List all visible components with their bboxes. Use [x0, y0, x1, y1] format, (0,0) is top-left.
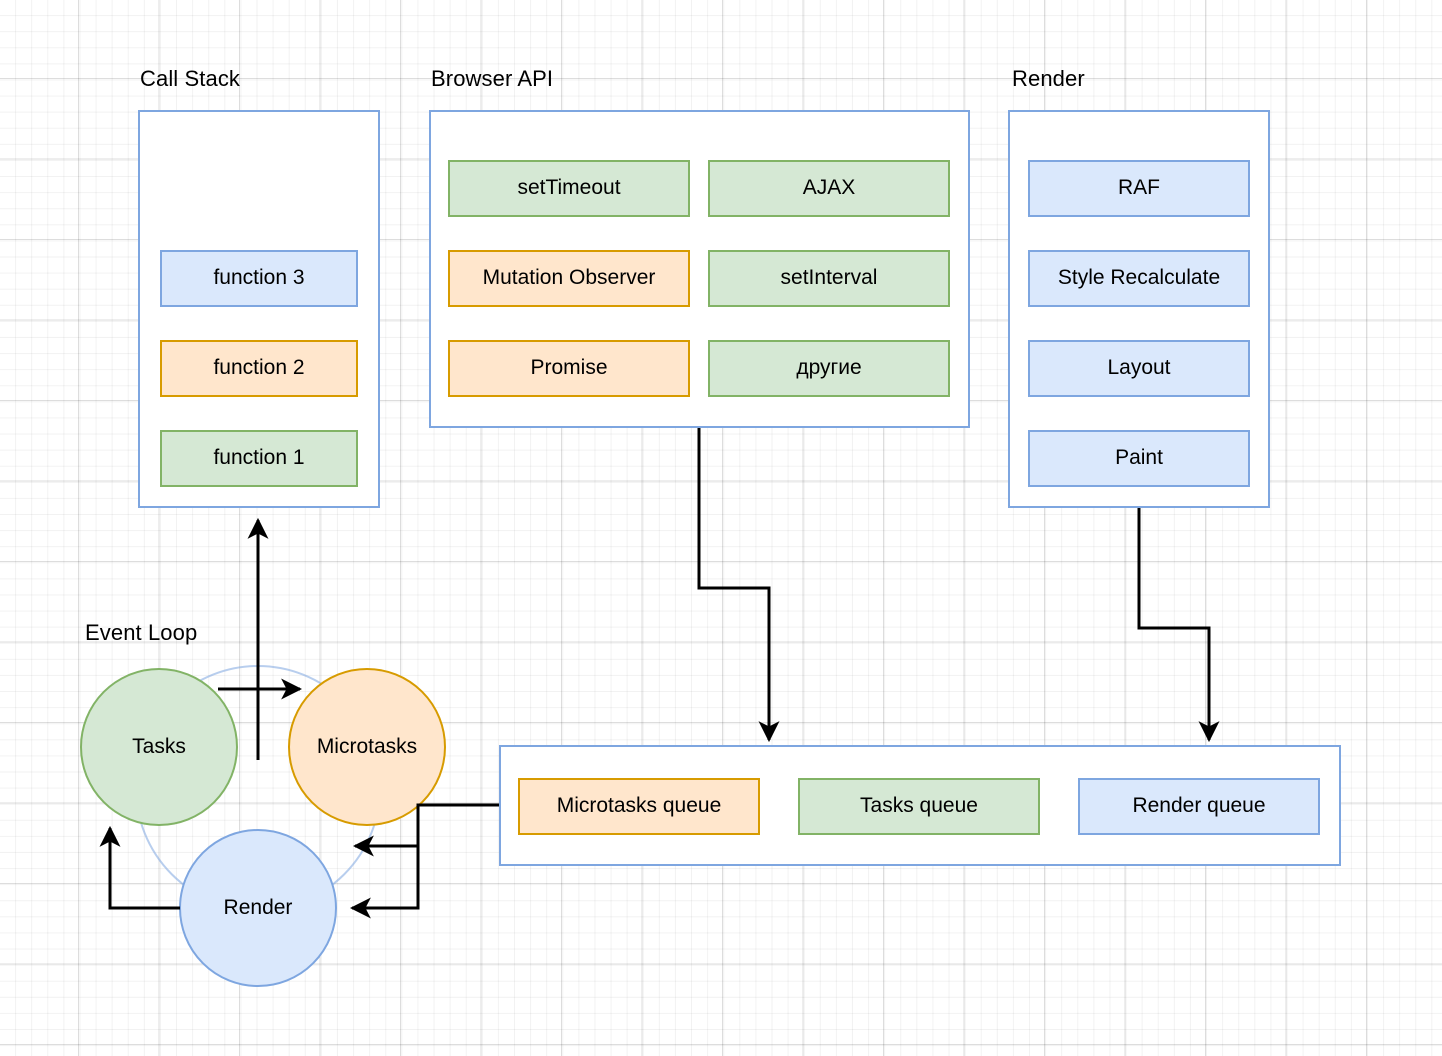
queue-label: Microtasks queue — [556, 794, 722, 818]
render-step-label: Layout — [1107, 356, 1171, 380]
event-loop-title: Event Loop — [85, 620, 198, 645]
render-title: Render — [1012, 66, 1085, 91]
arrow-render-to-tasks — [99, 825, 180, 910]
queue-render[interactable]: Render queue — [1078, 778, 1320, 835]
event-loop-circle-label: Render — [223, 896, 293, 919]
call-stack-frame-label: function 3 — [213, 266, 305, 290]
event-loop-circle-label: Tasks — [132, 735, 186, 758]
browser-api-item-settimeout[interactable]: setTimeout — [448, 160, 690, 217]
call-stack-frame-label: function 1 — [213, 446, 305, 470]
event-loop-circle-tasks[interactable]: Tasks — [80, 668, 238, 826]
arrow-render-to-queues — [1137, 508, 1220, 743]
render-step-paint[interactable]: Paint — [1028, 430, 1250, 487]
call-stack-frame-function-3[interactable]: function 3 — [160, 250, 358, 307]
browser-api-title: Browser API — [431, 66, 554, 91]
arrow-queues-to-render — [349, 846, 420, 919]
browser-api-item-mutation-observer[interactable]: Mutation Observer — [448, 250, 690, 307]
browser-api-item-label: Promise — [530, 356, 608, 380]
render-step-style-recalculate[interactable]: Style Recalculate — [1028, 250, 1250, 307]
queue-label: Tasks queue — [860, 794, 978, 818]
browser-api-item-other[interactable]: другие — [708, 340, 950, 397]
call-stack-title: Call Stack — [140, 66, 241, 91]
call-stack-frame-label: function 2 — [213, 356, 305, 380]
render-step-label: Style Recalculate — [1057, 266, 1221, 290]
browser-api-item-promise[interactable]: Promise — [448, 340, 690, 397]
browser-api-item-ajax[interactable]: AJAX — [708, 160, 950, 217]
arrow-browser-api-to-queues — [697, 428, 780, 743]
render-step-layout[interactable]: Layout — [1028, 340, 1250, 397]
browser-api-item-label: setTimeout — [517, 176, 621, 200]
call-stack-frame-function-1[interactable]: function 1 — [160, 430, 358, 487]
render-step-label: RAF — [1118, 176, 1160, 200]
event-loop-circle-microtasks[interactable]: Microtasks — [288, 668, 446, 826]
render-step-label: Paint — [1115, 446, 1163, 470]
browser-api-item-setinterval[interactable]: setInterval — [708, 250, 950, 307]
call-stack-frame-function-2[interactable]: function 2 — [160, 340, 358, 397]
event-loop-circle-label: Microtasks — [316, 735, 418, 758]
browser-api-item-label: другие — [796, 356, 862, 380]
queue-microtasks[interactable]: Microtasks queue — [518, 778, 760, 835]
render-step-raf[interactable]: RAF — [1028, 160, 1250, 217]
queue-label: Render queue — [1132, 794, 1266, 818]
event-loop-circle-render[interactable]: Render — [179, 829, 337, 987]
browser-api-item-label: AJAX — [802, 176, 856, 200]
queue-tasks[interactable]: Tasks queue — [798, 778, 1040, 835]
browser-api-item-label: Mutation Observer — [482, 266, 656, 290]
browser-api-item-label: setInterval — [780, 266, 878, 290]
diagram-canvas: Call Stack Browser API Render Event Loop… — [0, 0, 1442, 1056]
